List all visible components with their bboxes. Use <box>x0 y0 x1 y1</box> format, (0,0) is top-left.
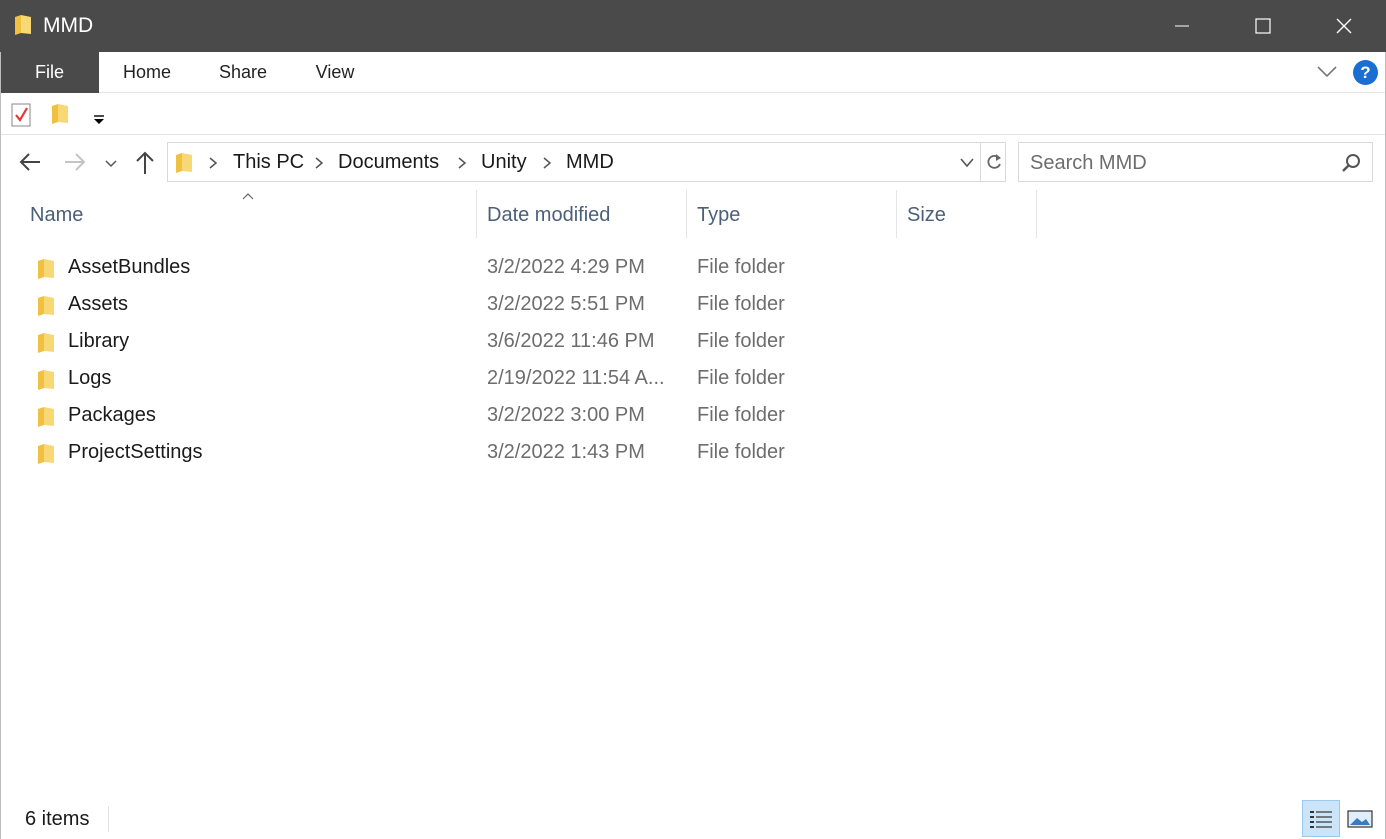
file-name: Library <box>68 330 130 352</box>
file-date: 3/2/2022 5:51 PM <box>487 293 645 315</box>
ribbon: File Home Share View ? <box>0 52 1386 93</box>
minimize-icon <box>1175 25 1189 27</box>
file-date: 3/2/2022 4:29 PM <box>487 256 645 278</box>
breadcrumb-documents[interactable]: Documents <box>338 151 439 174</box>
breadcrumb-unity[interactable]: Unity <box>481 151 527 174</box>
column-divider[interactable] <box>1036 190 1037 238</box>
quick-access-toolbar <box>0 94 1386 135</box>
breadcrumb-this-pc[interactable]: This PC <box>233 151 304 174</box>
list-item[interactable]: Assets 3/2/2022 5:51 PM File folder <box>30 287 1036 324</box>
search-icon[interactable] <box>1341 153 1361 178</box>
file-name: AssetBundles <box>68 256 191 278</box>
recent-locations-chevron-icon[interactable] <box>104 156 118 174</box>
tab-view[interactable]: View <box>299 52 371 93</box>
refresh-button[interactable] <box>980 143 1006 181</box>
file-name: ProjectSettings <box>68 441 203 463</box>
file-type: File folder <box>697 404 785 426</box>
tab-file[interactable]: File <box>0 52 99 93</box>
expand-ribbon-chevron-icon[interactable] <box>1316 63 1338 84</box>
tab-share[interactable]: Share <box>203 52 283 93</box>
search-input[interactable]: Search MMD <box>1018 142 1373 182</box>
column-header-date-modified[interactable]: Date modified <box>477 198 686 238</box>
folder-icon <box>36 257 56 286</box>
window-title: MMD <box>43 14 94 37</box>
column-header-type[interactable]: Type <box>687 198 896 238</box>
file-type: File folder <box>697 441 785 463</box>
breadcrumb-separator-icon[interactable] <box>314 156 324 175</box>
file-name: Packages <box>68 404 156 426</box>
file-type: File folder <box>697 293 785 315</box>
breadcrumb-separator-icon[interactable] <box>208 156 218 175</box>
new-folder-icon[interactable] <box>50 102 70 131</box>
list-item[interactable]: ProjectSettings 3/2/2022 1:43 PM File fo… <box>30 435 1036 472</box>
file-name: Logs <box>68 367 112 389</box>
properties-icon[interactable] <box>11 102 33 133</box>
window-border-left <box>0 52 1 839</box>
file-name: Assets <box>68 293 129 315</box>
address-bar[interactable]: This PC Documents Unity MMD <box>167 142 1006 182</box>
status-divider <box>108 806 109 832</box>
back-arrow-icon[interactable] <box>18 151 42 178</box>
large-icons-view-icon <box>1347 809 1373 828</box>
close-button[interactable] <box>1304 0 1384 52</box>
file-type: File folder <box>697 330 785 352</box>
tab-home[interactable]: Home <box>106 52 188 93</box>
list-item[interactable]: Logs 2/19/2022 11:54 A... File folder <box>30 361 1036 398</box>
file-type: File folder <box>697 367 785 389</box>
list-item[interactable]: Packages 3/2/2022 3:00 PM File folder <box>30 398 1036 435</box>
folder-icon <box>36 294 56 323</box>
file-date: 3/2/2022 3:00 PM <box>487 404 645 426</box>
item-count: 6 items <box>25 808 90 830</box>
file-date: 3/2/2022 1:43 PM <box>487 441 645 463</box>
file-type: File folder <box>697 256 785 278</box>
up-arrow-icon[interactable] <box>134 149 156 180</box>
details-view-icon <box>1310 810 1332 828</box>
navigation-bar: This PC Documents Unity MMD Search MMD <box>0 136 1386 188</box>
file-date: 3/6/2022 11:46 PM <box>487 330 655 352</box>
breadcrumb-mmd[interactable]: MMD <box>566 151 614 174</box>
list-item[interactable]: AssetBundles 3/2/2022 4:29 PM File folde… <box>30 250 1036 287</box>
column-header-size[interactable]: Size <box>897 198 1036 238</box>
maximize-button[interactable] <box>1223 0 1303 52</box>
refresh-icon <box>987 154 1001 169</box>
folder-icon <box>174 151 194 180</box>
list-item[interactable]: Library 3/6/2022 11:46 PM File folder <box>30 324 1036 361</box>
customize-dropdown-icon[interactable] <box>93 112 105 130</box>
folder-icon <box>36 331 56 360</box>
search-placeholder: Search MMD <box>1030 152 1147 174</box>
folder-icon <box>36 368 56 397</box>
forward-arrow-icon[interactable] <box>63 151 87 178</box>
breadcrumb-separator-icon[interactable] <box>457 156 467 175</box>
maximize-icon <box>1255 18 1271 34</box>
breadcrumb-separator-icon[interactable] <box>542 156 552 175</box>
title-bar: MMD <box>0 0 1386 52</box>
folder-icon <box>14 14 32 36</box>
status-bar: 6 items <box>0 800 1386 839</box>
close-icon <box>1336 18 1352 34</box>
folder-icon <box>36 405 56 434</box>
minimize-button[interactable] <box>1142 0 1222 52</box>
file-date: 2/19/2022 11:54 A... <box>487 367 665 389</box>
large-icons-view-button[interactable] <box>1344 800 1376 837</box>
column-header-name[interactable]: Name <box>20 198 476 238</box>
folder-icon <box>36 442 56 471</box>
address-dropdown-chevron-icon[interactable] <box>959 156 975 174</box>
details-view-button[interactable] <box>1302 800 1340 837</box>
help-button[interactable]: ? <box>1353 60 1378 85</box>
